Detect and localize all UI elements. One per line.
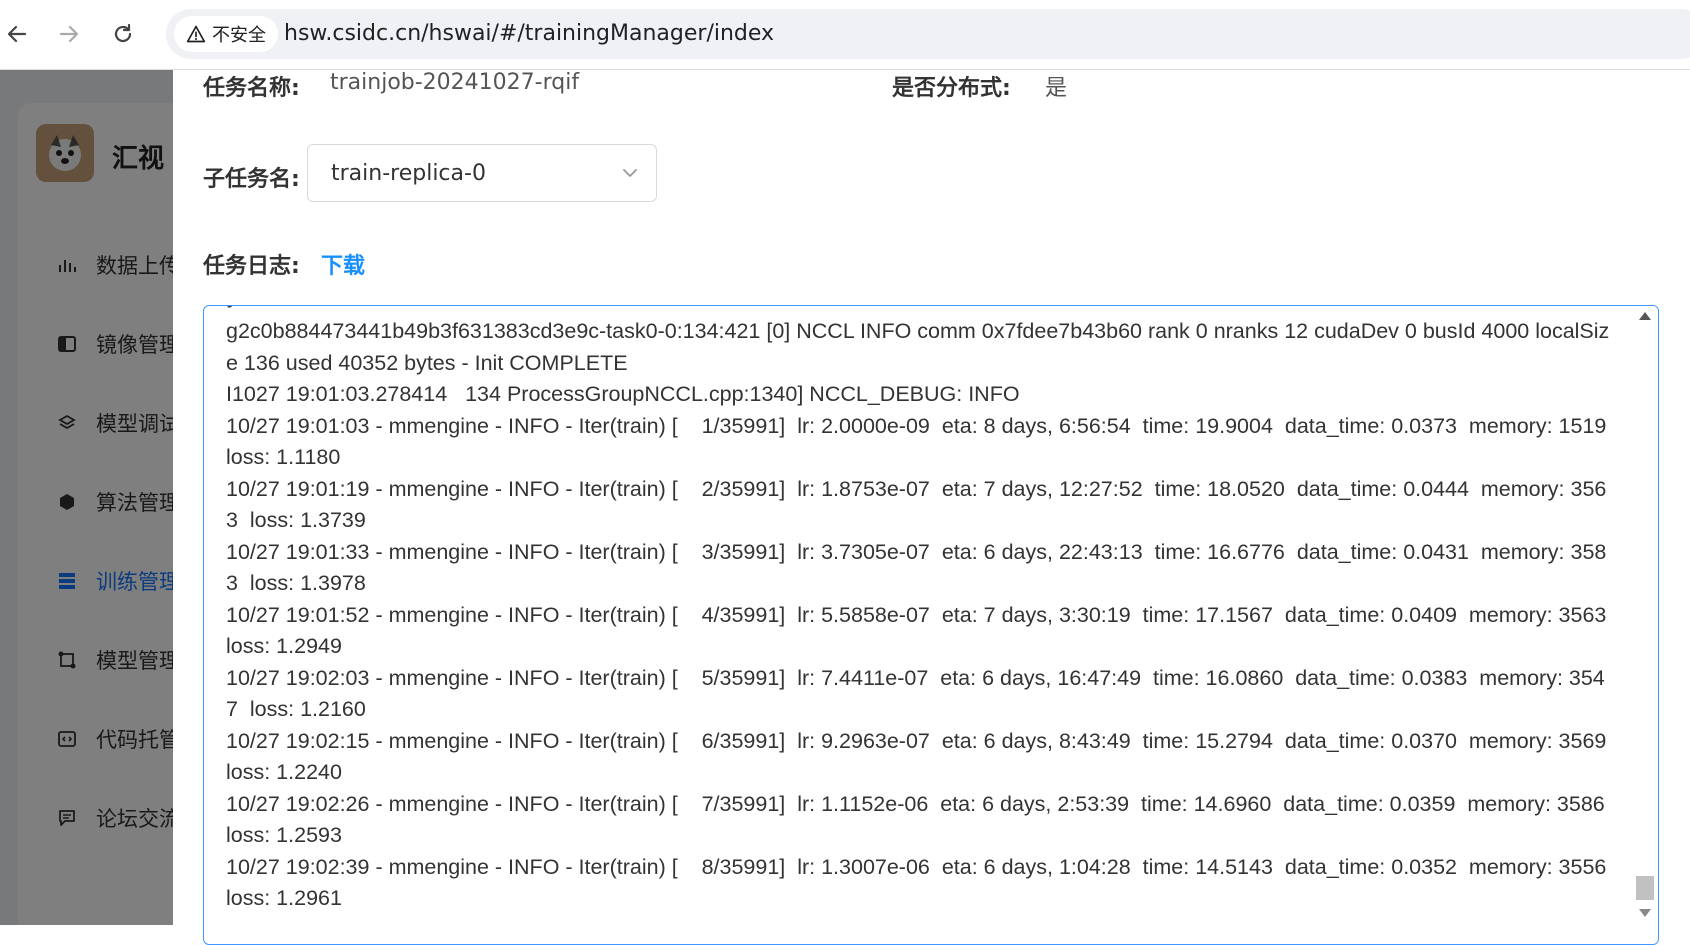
arrow-right-icon <box>59 25 79 43</box>
forward-button[interactable] <box>52 17 86 51</box>
download-link[interactable]: 下载 <box>321 248 365 280</box>
task-log-label: 任务日志: <box>203 254 300 279</box>
address-bar[interactable]: 不安全 hsw.csidc.cn/hswai/#/trainingManager… <box>166 9 1690 59</box>
back-button[interactable] <box>0 17 34 51</box>
distributed-value: 是 <box>1045 76 1068 101</box>
subtask-selected-value: train-replica-0 <box>331 161 486 186</box>
task-name-value: trainjob-20241027-rqif <box>330 70 580 95</box>
distributed-label: 是否分布式: <box>892 76 1011 101</box>
warning-icon <box>186 25 206 43</box>
url-text[interactable]: hsw.csidc.cn/hswai/#/trainingManager/ind… <box>284 21 774 46</box>
task-name-label: 任务名称: <box>203 76 300 101</box>
task-log-content: g2c0b884473441b49b3f631383cd3e9c-task0-0… <box>226 319 1610 910</box>
scroll-thumb[interactable] <box>1636 876 1654 900</box>
scroll-down-arrow-icon[interactable] <box>1639 909 1651 917</box>
chevron-down-icon <box>623 169 637 177</box>
reload-button[interactable] <box>106 17 140 51</box>
clipped-log-line: y <box>226 306 239 309</box>
task-log-textarea[interactable]: y g2c0b884473441b49b3f631383cd3e9c-task0… <box>203 305 1659 945</box>
subtask-label: 子任务名: <box>203 167 300 192</box>
scroll-up-arrow-icon[interactable] <box>1639 312 1651 320</box>
arrow-left-icon <box>7 25 27 43</box>
log-scrollbar[interactable] <box>1632 306 1658 944</box>
security-chip[interactable]: 不安全 <box>174 16 278 52</box>
subtask-select[interactable]: train-replica-0 <box>307 144 657 202</box>
browser-toolbar: 不安全 hsw.csidc.cn/hswai/#/trainingManager… <box>0 0 1690 70</box>
security-label: 不安全 <box>212 25 266 46</box>
reload-icon <box>114 23 132 43</box>
